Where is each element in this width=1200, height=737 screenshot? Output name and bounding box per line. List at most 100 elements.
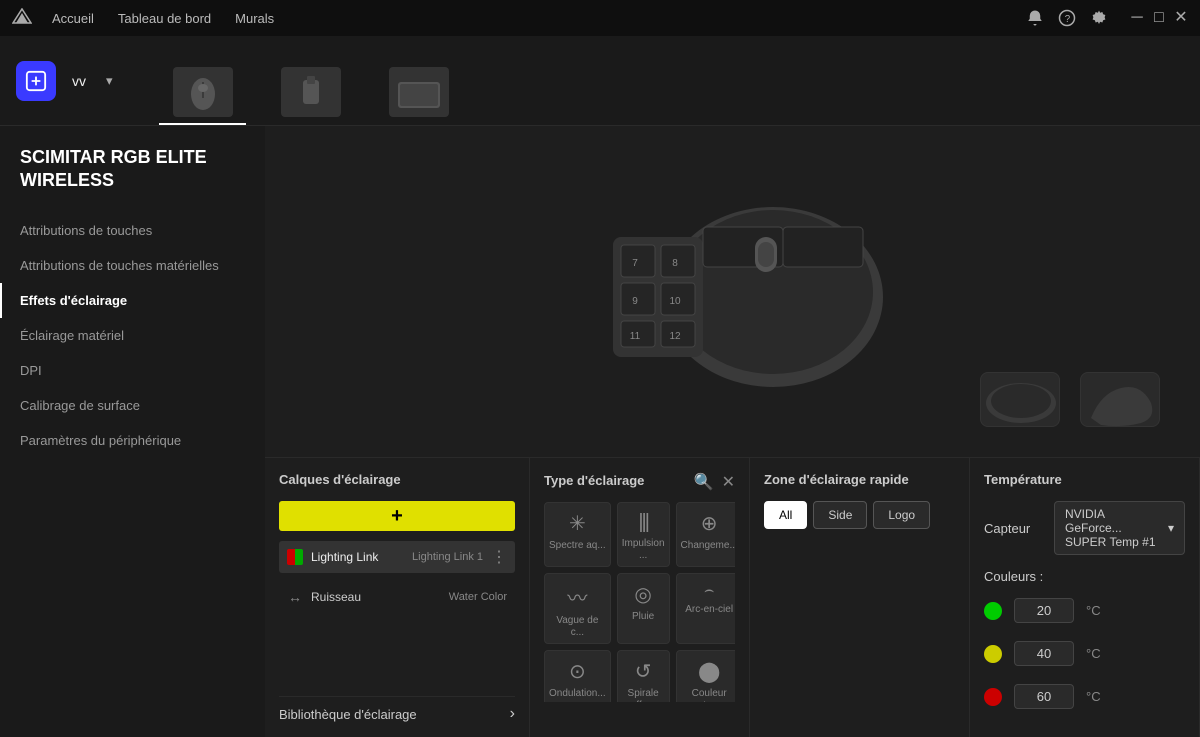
nav-murals[interactable]: Murals	[235, 11, 274, 26]
lighting-cell-vague[interactable]: 〰 Vague de c...	[544, 573, 611, 644]
sidebar-item-hw-lighting[interactable]: Éclairage matériel	[0, 318, 265, 353]
temperature-title: Température	[984, 472, 1185, 487]
sensor-value: NVIDIA GeForce... SUPER Temp #1	[1065, 507, 1162, 549]
lighting-types-actions: 🔍 ✕	[694, 472, 735, 492]
nav-accueil[interactable]: Accueil	[52, 11, 94, 26]
sidebar-item-hw-key-assign[interactable]: Attributions de touches matérielles	[0, 248, 265, 283]
sensor-select[interactable]: NVIDIA GeForce... SUPER Temp #1 ▾	[1054, 501, 1185, 555]
zone-btn-all[interactable]: All	[764, 501, 807, 529]
main-content: SCIMITAR RGB ELITEWIRELESS Attributions …	[0, 126, 1200, 737]
layer-item-lighting-link[interactable]: Lighting Link Lighting Link 1 ⋮	[279, 541, 515, 573]
ondulation-label: Ondulation...	[549, 688, 606, 700]
zone-buttons: All Side Logo	[764, 501, 955, 529]
device-tabs	[149, 36, 473, 125]
layer-sub-lighting-link: Lighting Link 1	[412, 551, 483, 563]
color-dot-red[interactable]	[984, 688, 1002, 706]
spirale-icon: ↺	[635, 659, 652, 684]
titlebar-nav: Accueil Tableau de bord Murals	[52, 11, 1006, 26]
changement-label: Changeme...	[681, 540, 735, 552]
couleur-statique-label: Couleur sta...	[681, 688, 735, 702]
lighting-types-header: Type d'éclairage 🔍 ✕	[544, 472, 735, 492]
sidebar-item-lighting-fx[interactable]: Effets d'éclairage	[0, 283, 265, 318]
mouse-svg: 7 8 9 10 11 12	[553, 177, 913, 407]
lighting-close-icon[interactable]: ✕	[722, 472, 735, 492]
device-tab-mousepad[interactable]	[365, 36, 473, 125]
svg-text:7: 7	[632, 258, 638, 269]
temp-value-1[interactable]: 20	[1014, 598, 1074, 623]
minimize-button[interactable]: ─	[1130, 11, 1144, 25]
impulsion-label: Impulsion ...	[622, 538, 665, 562]
lighting-cell-arc-en-ciel[interactable]: ⌢ Arc-en-ciel	[676, 573, 735, 644]
arc-en-ciel-label: Arc-en-ciel	[685, 604, 733, 616]
lighting-types-title: Type d'éclairage	[544, 473, 644, 488]
corsair-logo-icon	[12, 8, 32, 28]
profile-dropdown-arrow[interactable]: ▾	[106, 73, 113, 89]
titlebar: Accueil Tableau de bord Murals ? ─ □ ✕	[0, 0, 1200, 36]
profile-name: vv	[72, 73, 86, 89]
lighting-cell-changement[interactable]: ⊕ Changeme...	[676, 502, 735, 567]
lighting-cell-spectre[interactable]: ✳ Spectre aq...	[544, 502, 611, 567]
nav-tableau[interactable]: Tableau de bord	[118, 11, 211, 26]
device-dongle-img	[281, 67, 341, 117]
accessory-grip	[980, 372, 1060, 427]
sensor-dropdown-icon: ▾	[1168, 521, 1174, 535]
vague-icon: 〰	[567, 582, 587, 611]
sidebar-item-key-assign[interactable]: Attributions de touches	[0, 213, 265, 248]
close-button[interactable]: ✕	[1174, 11, 1188, 25]
layers-footer[interactable]: Bibliothèque d'éclairage ›	[279, 696, 515, 723]
panel-temperature: Température Capteur NVIDIA GeForce... SU…	[970, 458, 1200, 737]
vague-label: Vague de c...	[549, 615, 606, 639]
layer-more-icon[interactable]: ⋮	[491, 547, 507, 567]
device-tab-dongle[interactable]	[257, 36, 365, 125]
temp-sensor-row: Capteur NVIDIA GeForce... SUPER Temp #1 …	[984, 501, 1185, 555]
svg-text:11: 11	[629, 331, 640, 342]
spectre-icon: ✳	[569, 511, 586, 536]
library-arrow-icon: ›	[510, 705, 515, 723]
mouse-preview-area: 7 8 9 10 11 12	[265, 126, 1200, 457]
temp-value-2[interactable]: 40	[1014, 641, 1074, 666]
temp-color-row-2: 40 °C	[984, 637, 1185, 670]
zone-btn-logo[interactable]: Logo	[873, 501, 930, 529]
zone-btn-side[interactable]: Side	[813, 501, 867, 529]
help-icon[interactable]: ?	[1058, 9, 1076, 27]
accessories-area	[980, 372, 1160, 427]
lighting-cell-pluie[interactable]: ◎ Pluie	[617, 573, 670, 644]
spectre-label: Spectre aq...	[549, 540, 606, 552]
add-layer-button[interactable]: +	[279, 501, 515, 531]
lighting-search-icon[interactable]: 🔍	[694, 472, 714, 492]
notification-icon[interactable]	[1026, 9, 1044, 27]
lighting-cell-spirale[interactable]: ↺ Spirale effe...	[617, 650, 670, 702]
layer-item-ruisseau[interactable]: ↔ Ruisseau Water Color	[279, 583, 515, 611]
lighting-cell-impulsion[interactable]: ||| Impulsion ...	[617, 502, 670, 567]
settings-icon[interactable]	[1090, 9, 1108, 27]
sidebar-item-dpi[interactable]: DPI	[0, 353, 265, 388]
color-dot-yellow[interactable]	[984, 645, 1002, 663]
sidebar-item-device-settings[interactable]: Paramètres du périphérique	[0, 423, 265, 458]
window-controls: ─ □ ✕	[1130, 11, 1188, 25]
layers-title: Calques d'éclairage	[279, 472, 515, 487]
device-tab-mouse[interactable]	[149, 36, 257, 125]
color-dot-green[interactable]	[984, 602, 1002, 620]
layer-sub-ruisseau: Water Color	[449, 591, 507, 603]
accessory-hand	[1080, 372, 1160, 427]
layer-name-ruisseau: Ruisseau	[311, 590, 441, 604]
ondulation-icon: ⊙	[569, 659, 586, 684]
pluie-icon: ◎	[634, 582, 651, 607]
profile-badge[interactable]	[16, 61, 56, 101]
sidebar-item-surface-cal[interactable]: Calibrage de surface	[0, 388, 265, 423]
device-bar: vv ▾	[0, 36, 1200, 126]
layer-name-lighting-link: Lighting Link	[311, 550, 404, 564]
lighting-cell-ondulation[interactable]: ⊙ Ondulation...	[544, 650, 611, 702]
lighting-cell-couleur-statique[interactable]: ⬤ Couleur sta...	[676, 650, 735, 702]
colors-label: Couleurs :	[984, 569, 1185, 584]
panel-layers: Calques d'éclairage + Lighting Link Ligh…	[265, 458, 530, 737]
maximize-button[interactable]: □	[1152, 11, 1166, 25]
bottom-panels: Calques d'éclairage + Lighting Link Ligh…	[265, 457, 1200, 737]
device-mouse-img	[173, 67, 233, 117]
temp-unit-2: °C	[1086, 646, 1101, 661]
temp-value-3[interactable]: 60	[1014, 684, 1074, 709]
device-mousepad-img	[389, 67, 449, 117]
layer-ruisseau-icon: ↔	[287, 589, 303, 605]
spirale-label: Spirale effe...	[622, 688, 665, 702]
svg-text:12: 12	[669, 331, 681, 342]
